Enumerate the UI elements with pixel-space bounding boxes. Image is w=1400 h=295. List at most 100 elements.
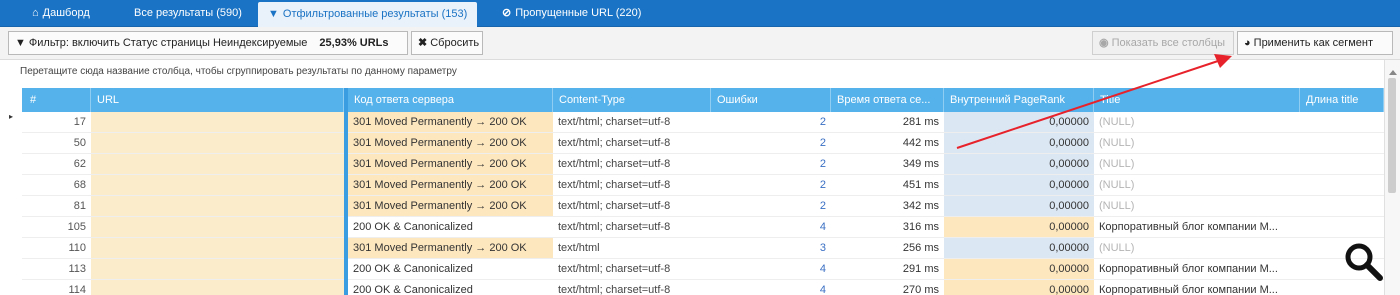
- cell-content-type[interactable]: text/html: [553, 238, 711, 259]
- group-by-drop-area[interactable]: Перетащите сюда название столбца, чтобы …: [20, 66, 457, 77]
- cell-content-type[interactable]: text/html; charset=utf-8: [553, 175, 711, 196]
- cell-content-type[interactable]: text/html; charset=utf-8: [553, 259, 711, 280]
- scroll-up-icon[interactable]: [1389, 70, 1397, 75]
- cell-title-length[interactable]: [1300, 217, 1384, 238]
- cell-title-length[interactable]: [1300, 133, 1384, 154]
- cell-pagerank[interactable]: 0,00000: [944, 280, 1094, 295]
- cell-url[interactable]: [91, 217, 344, 238]
- table-row[interactable]: 110 301 Moved Permanently → 200 OK text/ht…: [0, 238, 1384, 259]
- cell-status-code[interactable]: 200 OK & Canonicalized: [348, 217, 553, 238]
- cell-errors[interactable]: 4: [711, 217, 831, 238]
- cell-url[interactable]: [91, 238, 344, 259]
- cell-url[interactable]: [91, 175, 344, 196]
- cell-errors[interactable]: 2: [711, 175, 831, 196]
- cell-response-time[interactable]: 281 ms: [831, 112, 944, 133]
- cell-number[interactable]: 68: [22, 175, 91, 196]
- table-row[interactable]: 17 301 Moved Permanently → 200 OK text/htm…: [0, 112, 1384, 133]
- cell-title[interactable]: Корпоративный блог компании М...: [1094, 259, 1300, 280]
- cell-errors[interactable]: 2: [711, 133, 831, 154]
- cell-errors[interactable]: 4: [711, 280, 831, 295]
- cell-status-code[interactable]: 301 Moved Permanently → 200 OK: [348, 238, 553, 259]
- cell-pagerank[interactable]: 0,00000: [944, 112, 1094, 133]
- cell-errors[interactable]: 2: [711, 196, 831, 217]
- cell-url[interactable]: [91, 259, 344, 280]
- cell-content-type[interactable]: text/html; charset=utf-8: [553, 196, 711, 217]
- cell-errors[interactable]: 2: [711, 154, 831, 175]
- cell-errors[interactable]: 3: [711, 238, 831, 259]
- cell-response-time[interactable]: 451 ms: [831, 175, 944, 196]
- cell-number[interactable]: 114: [22, 280, 91, 295]
- table-row[interactable]: 114 200 OK & Canonicalized text/html; char…: [0, 280, 1384, 295]
- cell-title-length[interactable]: [1300, 154, 1384, 175]
- cell-response-time[interactable]: 291 ms: [831, 259, 944, 280]
- cell-content-type[interactable]: text/html; charset=utf-8: [553, 280, 711, 295]
- show-all-columns-button[interactable]: ◉ Показать все столбцы: [1092, 31, 1234, 55]
- cell-title[interactable]: Корпоративный блог компании М...: [1094, 217, 1300, 238]
- tab-all-results[interactable]: Все результаты (590): [124, 0, 252, 27]
- cell-status-code[interactable]: 301 Moved Permanently → 200 OK: [348, 154, 553, 175]
- cell-number[interactable]: 17: [22, 112, 91, 133]
- reset-button[interactable]: ✖ Сбросить: [411, 31, 483, 55]
- cell-errors[interactable]: 2: [711, 112, 831, 133]
- table-row[interactable]: 50 301 Moved Permanently → 200 OK text/htm…: [0, 133, 1384, 154]
- cell-response-time[interactable]: 256 ms: [831, 238, 944, 259]
- apply-segment-button[interactable]: ◕ Применить как сегмент: [1237, 31, 1393, 55]
- tab-skipped-urls[interactable]: ⊘ Пропущенные URL (220): [492, 0, 651, 27]
- cell-title[interactable]: (NULL): [1094, 133, 1300, 154]
- scrollbar-thumb[interactable]: [1388, 78, 1396, 193]
- cell-title-length[interactable]: [1300, 112, 1384, 133]
- cell-status-code[interactable]: 200 OK & Canonicalized: [348, 259, 553, 280]
- cell-content-type[interactable]: text/html; charset=utf-8: [553, 217, 711, 238]
- cell-pagerank[interactable]: 0,00000: [944, 175, 1094, 196]
- table-row[interactable]: 62 301 Moved Permanently → 200 OK text/htm…: [0, 154, 1384, 175]
- cell-url[interactable]: [91, 280, 344, 295]
- cell-status-code[interactable]: 200 OK & Canonicalized: [348, 280, 553, 295]
- cell-title-length[interactable]: [1300, 196, 1384, 217]
- cell-status-code[interactable]: 301 Moved Permanently → 200 OK: [348, 196, 553, 217]
- column-header-response-time[interactable]: Время ответа се...: [831, 88, 944, 112]
- filter-button[interactable]: ▼ Фильтр: включить Статус страницы Неинде…: [8, 31, 408, 55]
- tab-filtered-results[interactable]: ▼ Отфильтрованные результаты (153): [258, 2, 478, 27]
- column-header-status-code[interactable]: Код ответа сервера: [348, 88, 553, 112]
- cell-url[interactable]: [91, 154, 344, 175]
- cell-title[interactable]: (NULL): [1094, 175, 1300, 196]
- column-header-errors[interactable]: Ошибки: [711, 88, 831, 112]
- cell-pagerank[interactable]: 0,00000: [944, 238, 1094, 259]
- cell-number[interactable]: 105: [22, 217, 91, 238]
- table-row[interactable]: 105 200 OK & Canonicalized text/html; char…: [0, 217, 1384, 238]
- cell-status-code[interactable]: 301 Moved Permanently → 200 OK: [348, 175, 553, 196]
- cell-title[interactable]: (NULL): [1094, 112, 1300, 133]
- cell-pagerank[interactable]: 0,00000: [944, 259, 1094, 280]
- cell-url[interactable]: [91, 112, 344, 133]
- search-icon[interactable]: [1340, 238, 1388, 286]
- cell-title-length[interactable]: [1300, 175, 1384, 196]
- cell-pagerank[interactable]: 0,00000: [944, 196, 1094, 217]
- cell-pagerank[interactable]: 0,00000: [944, 133, 1094, 154]
- cell-number[interactable]: 81: [22, 196, 91, 217]
- cell-url[interactable]: [91, 133, 344, 154]
- cell-number[interactable]: 62: [22, 154, 91, 175]
- cell-response-time[interactable]: 342 ms: [831, 196, 944, 217]
- cell-content-type[interactable]: text/html; charset=utf-8: [553, 154, 711, 175]
- table-row[interactable]: 113 200 OK & Canonicalized text/html; char…: [0, 259, 1384, 280]
- column-header-content-type[interactable]: Content-Type: [553, 88, 711, 112]
- cell-response-time[interactable]: 442 ms: [831, 133, 944, 154]
- cell-content-type[interactable]: text/html; charset=utf-8: [553, 133, 711, 154]
- cell-number[interactable]: 113: [22, 259, 91, 280]
- column-header-pagerank[interactable]: Внутренний PageRank: [944, 88, 1094, 112]
- table-row[interactable]: 68 301 Moved Permanently → 200 OK text/htm…: [0, 175, 1384, 196]
- cell-title[interactable]: Корпоративный блог компании М...: [1094, 280, 1300, 295]
- table-row[interactable]: 81 301 Moved Permanently → 200 OK text/htm…: [0, 196, 1384, 217]
- cell-response-time[interactable]: 316 ms: [831, 217, 944, 238]
- cell-number[interactable]: 110: [22, 238, 91, 259]
- cell-pagerank[interactable]: 0,00000: [944, 217, 1094, 238]
- cell-status-code[interactable]: 301 Moved Permanently → 200 OK: [348, 112, 553, 133]
- cell-pagerank[interactable]: 0,00000: [944, 154, 1094, 175]
- column-header-title[interactable]: Title: [1094, 88, 1300, 112]
- tab-dashboard[interactable]: ⌂ Дашборд: [22, 0, 100, 27]
- cell-status-code[interactable]: 301 Moved Permanently → 200 OK: [348, 133, 553, 154]
- column-header-number[interactable]: #: [22, 88, 91, 112]
- column-header-title-length[interactable]: Длина title: [1300, 88, 1384, 112]
- cell-title[interactable]: (NULL): [1094, 154, 1300, 175]
- cell-response-time[interactable]: 270 ms: [831, 280, 944, 295]
